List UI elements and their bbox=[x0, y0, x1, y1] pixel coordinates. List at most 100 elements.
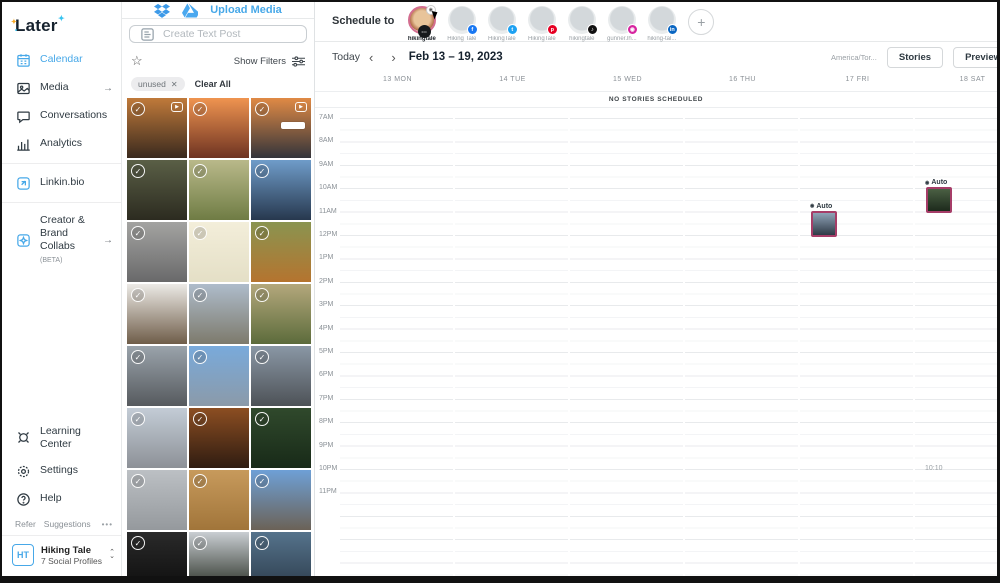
sidebar-item-label: Analytics bbox=[40, 137, 83, 150]
media-thumbnail[interactable]: ✓ bbox=[127, 470, 187, 530]
selected-check-icon[interactable]: ✓ bbox=[255, 474, 269, 488]
account-switcher[interactable]: HT Hiking Tale 7 Social Profiles ⌃ ⌄ bbox=[2, 535, 121, 576]
media-thumbnail[interactable]: ✓ bbox=[251, 470, 311, 530]
media-thumbnail[interactable]: ✓ bbox=[189, 532, 249, 576]
sidebar-item-collabs[interactable]: Creator & Brand Collabs (BETA) → bbox=[2, 208, 121, 273]
profile-avatar[interactable]: ◉ ••• bbox=[407, 5, 440, 38]
sidebar-item-analytics[interactable]: Analytics bbox=[2, 130, 121, 158]
sidebar-item-linkinbio[interactable]: Linkin.bio bbox=[2, 169, 121, 197]
create-text-post-input[interactable]: Create Text Post bbox=[129, 25, 307, 43]
star-icon[interactable]: ☆ bbox=[131, 53, 143, 69]
media-thumbnail[interactable]: ✓ bbox=[189, 408, 249, 468]
profile-hikingtale[interactable]: t HikingTale bbox=[483, 6, 520, 42]
media-thumbnail[interactable]: ✓ bbox=[251, 284, 311, 344]
selected-check-icon[interactable]: ✓ bbox=[193, 226, 207, 240]
selected-check-icon[interactable]: ✓ bbox=[193, 350, 207, 364]
selected-check-icon[interactable]: ✓ bbox=[131, 536, 145, 550]
selected-check-icon[interactable]: ✓ bbox=[131, 102, 145, 116]
today-button[interactable]: Today bbox=[332, 51, 360, 63]
media-thumbnail[interactable]: ✓ bbox=[127, 160, 187, 220]
remove-filter-icon[interactable]: ✕ bbox=[171, 80, 178, 89]
selected-check-icon[interactable]: ✓ bbox=[193, 536, 207, 550]
media-thumbnail[interactable]: ✓ bbox=[127, 222, 187, 282]
sidebar-item-help[interactable]: Help bbox=[2, 485, 121, 513]
stories-button[interactable]: Stories bbox=[886, 46, 944, 68]
more-icon[interactable]: ••• bbox=[102, 520, 113, 529]
selected-check-icon[interactable]: ✓ bbox=[193, 164, 207, 178]
show-filters-button[interactable]: Show Filters bbox=[234, 56, 305, 67]
sidebar-item-learning-center[interactable]: Learning Center bbox=[2, 419, 121, 457]
media-thumbnail[interactable]: ✓ bbox=[127, 408, 187, 468]
timezone-label[interactable]: America/Tor... bbox=[831, 53, 877, 62]
media-thumbnail[interactable]: ✓ bbox=[189, 346, 249, 406]
profile-hikingtale[interactable]: ♪ hikingtale bbox=[563, 6, 600, 42]
scheduled-post[interactable]: ◉ Auto bbox=[925, 178, 959, 214]
selected-check-icon[interactable]: ✓ bbox=[131, 288, 145, 302]
media-thumbnail[interactable]: ✓ bbox=[127, 284, 187, 344]
next-week-button[interactable]: › bbox=[382, 50, 404, 65]
sidebar-item-conversations[interactable]: Conversations bbox=[2, 102, 121, 130]
upload-media-button[interactable]: Upload Media bbox=[210, 4, 282, 16]
selected-check-icon[interactable]: ✓ bbox=[193, 102, 207, 116]
profile-avatar[interactable]: t bbox=[487, 6, 518, 35]
selected-check-icon[interactable]: ✓ bbox=[255, 536, 269, 550]
selected-check-icon[interactable]: ✓ bbox=[131, 164, 145, 178]
profile-avatar[interactable]: ◉ bbox=[607, 6, 638, 35]
selected-check-icon[interactable]: ✓ bbox=[255, 226, 269, 240]
media-thumbnail[interactable]: ✓ bbox=[251, 222, 311, 282]
selected-check-icon[interactable]: ✓ bbox=[131, 350, 145, 364]
media-thumbnail[interactable]: ✓ bbox=[251, 532, 311, 576]
preview-button[interactable]: Preview bbox=[953, 46, 997, 68]
dropbox-icon[interactable] bbox=[154, 2, 171, 18]
media-thumbnail[interactable]: ✓ ▶ bbox=[127, 98, 187, 158]
profile-avatar[interactable]: p bbox=[527, 6, 558, 35]
media-thumbnail[interactable]: ✓ bbox=[189, 222, 249, 282]
media-thumbnail[interactable]: ✓ bbox=[189, 160, 249, 220]
sidebar-item-media[interactable]: Media → bbox=[2, 74, 121, 102]
sidebar-item-calendar[interactable]: Calendar bbox=[2, 46, 121, 74]
selected-check-icon[interactable]: ✓ bbox=[131, 474, 145, 488]
time-label: 8AM bbox=[319, 137, 334, 145]
selected-check-icon[interactable]: ✓ bbox=[131, 226, 145, 240]
profile-hiking-tale[interactable]: f Hiking Tale bbox=[443, 6, 480, 42]
media-thumbnail[interactable]: ✓ bbox=[189, 470, 249, 530]
media-thumbnail[interactable]: ✓ ▶ bbox=[251, 98, 311, 158]
selected-check-icon[interactable]: ✓ bbox=[255, 412, 269, 426]
profile-gunner-lh-[interactable]: ◉ gunner.lh... bbox=[603, 6, 640, 42]
google-drive-icon[interactable] bbox=[182, 2, 199, 18]
profile-avatar[interactable]: f bbox=[447, 6, 478, 35]
media-thumbnail[interactable]: ✓ bbox=[189, 98, 249, 158]
time-label: 6PM bbox=[319, 371, 334, 379]
week-grid[interactable]: 7AM 8AM 9AM 10AM 11AM 12PM 1PM 2PM 3PM 4PM 5PM 6PM 7… bbox=[315, 108, 997, 576]
suggestions-link[interactable]: Suggestions bbox=[44, 519, 91, 529]
media-thumbnail[interactable]: ✓ bbox=[127, 346, 187, 406]
profile-avatar[interactable]: in bbox=[647, 6, 678, 35]
selected-check-icon[interactable]: ✓ bbox=[193, 474, 207, 488]
post-thumbnail[interactable] bbox=[811, 210, 837, 237]
media-thumbnail[interactable]: ✓ bbox=[189, 284, 249, 344]
scheduled-post[interactable]: ◉ Auto bbox=[810, 202, 844, 237]
profile-hikingtale[interactable]: ◉ ••• hikingtale bbox=[403, 5, 440, 42]
media-thumbnail[interactable]: ✓ bbox=[127, 532, 187, 576]
selected-check-icon[interactable]: ✓ bbox=[131, 412, 145, 426]
filter-chip-unused[interactable]: unused ✕ bbox=[131, 77, 185, 91]
selected-check-icon[interactable]: ✓ bbox=[255, 164, 269, 178]
post-thumbnail[interactable] bbox=[926, 187, 952, 214]
profile-hiking-tal-[interactable]: in hiking-tal... bbox=[643, 6, 680, 42]
selected-check-icon[interactable]: ✓ bbox=[193, 412, 207, 426]
clear-all-button[interactable]: Clear All bbox=[195, 79, 231, 89]
prev-week-button[interactable]: ‹ bbox=[360, 50, 382, 65]
profile-avatar[interactable]: ♪ bbox=[567, 6, 598, 35]
refer-link[interactable]: Refer bbox=[15, 519, 36, 529]
media-thumbnail[interactable]: ✓ bbox=[251, 160, 311, 220]
add-profile-button[interactable]: + bbox=[688, 9, 715, 35]
media-thumbnail[interactable]: ✓ bbox=[251, 408, 311, 468]
arrow-right-icon: → bbox=[103, 234, 113, 246]
selected-check-icon[interactable]: ✓ bbox=[255, 102, 269, 116]
selected-check-icon[interactable]: ✓ bbox=[255, 350, 269, 364]
selected-check-icon[interactable]: ✓ bbox=[255, 288, 269, 302]
media-thumbnail[interactable]: ✓ bbox=[251, 346, 311, 406]
selected-check-icon[interactable]: ✓ bbox=[193, 288, 207, 302]
profile-hikingtale[interactable]: p HikingTale bbox=[523, 6, 560, 42]
sidebar-item-settings[interactable]: Settings bbox=[2, 457, 121, 485]
